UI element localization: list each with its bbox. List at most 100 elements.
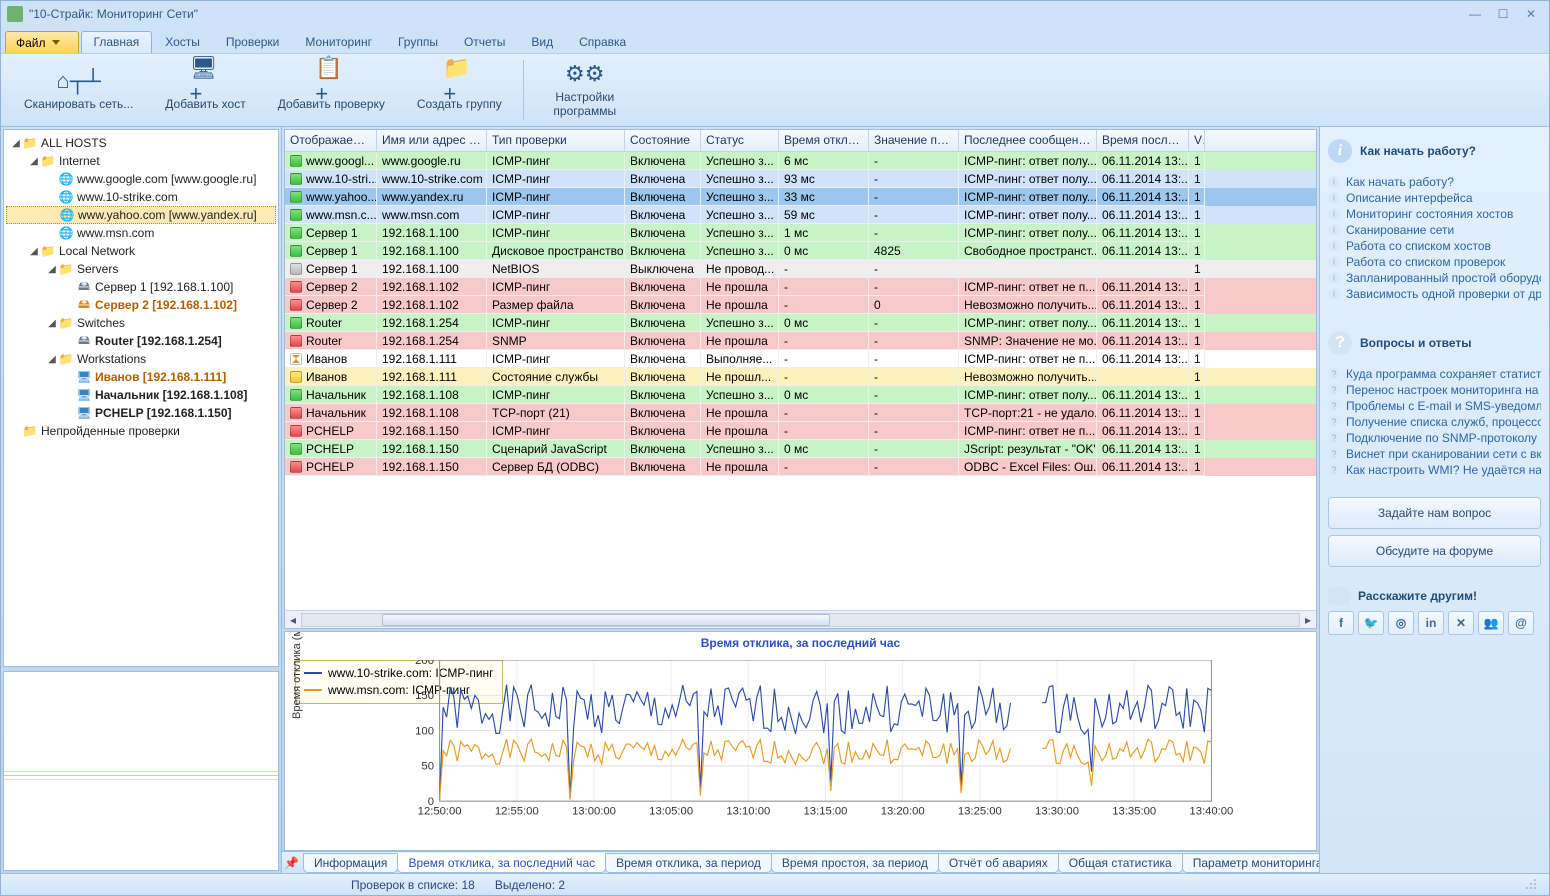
table-row[interactable]: Router192.168.1.254ICMP-пингВключенаУспе… bbox=[285, 314, 1316, 332]
social-in[interactable]: in bbox=[1418, 611, 1444, 635]
help-link[interactable]: ?Проблемы с E-mail и SMS-уведомлен... bbox=[1328, 399, 1541, 413]
column-header-ts[interactable]: Время послед... bbox=[1097, 130, 1189, 151]
tree-item[interactable]: ◢📁Servers bbox=[6, 260, 276, 278]
table-row[interactable]: Начальник192.168.1.108TCP-порт (21)Включ… bbox=[285, 404, 1316, 422]
table-row[interactable]: Router192.168.1.254SNMPВключенаНе прошла… bbox=[285, 332, 1316, 350]
table-row[interactable]: www.10-stri...www.10-strike.comICMP-пинг… bbox=[285, 170, 1316, 188]
table-row[interactable]: www.googl...www.google.ruICMP-пингВключе… bbox=[285, 152, 1316, 170]
bottom-tab[interactable]: Время простоя, за период bbox=[771, 853, 939, 873]
table-row[interactable]: Иванов192.168.1.111Состояние службыВключ… bbox=[285, 368, 1316, 386]
tree-item[interactable]: 🖴Сервер 2 [192.168.1.102] bbox=[6, 296, 276, 314]
tree-item[interactable]: 🖴Router [192.168.1.254] bbox=[6, 332, 276, 350]
titlebar[interactable]: "10-Страйк: Мониторинг Сети" — ☐ ✕ bbox=[1, 1, 1549, 27]
expand-icon[interactable]: ◢ bbox=[46, 318, 58, 329]
social-◎[interactable]: ◎ bbox=[1388, 611, 1414, 635]
tree-item[interactable]: 🌐www.10-strike.com bbox=[6, 188, 276, 206]
bottom-tab[interactable]: Отчёт об авариях bbox=[938, 853, 1059, 873]
bottom-tab[interactable]: Общая статистика bbox=[1058, 853, 1183, 873]
tree-item[interactable]: 🖴Сервер 1 [192.168.1.100] bbox=[6, 278, 276, 296]
column-header-addr[interactable]: Имя или адрес хо... bbox=[377, 130, 487, 151]
social-✕[interactable]: ✕ bbox=[1448, 611, 1474, 635]
tree-item[interactable]: ◢📁Switches bbox=[6, 314, 276, 332]
bottom-tab[interactable]: Параметр мониторинга bbox=[1182, 853, 1319, 873]
table-row[interactable]: Сервер 2192.168.1.102Размер файлаВключен… bbox=[285, 296, 1316, 314]
column-header-status[interactable]: Статус bbox=[701, 130, 779, 151]
expand-icon[interactable]: ◢ bbox=[28, 246, 40, 257]
tree-item[interactable]: ◢📁Workstations bbox=[6, 350, 276, 368]
table-row[interactable]: Сервер 1192.168.1.100ICMP-пингВключенаУс… bbox=[285, 224, 1316, 242]
scroll-right-icon[interactable]: ▸ bbox=[1300, 613, 1316, 627]
maximize-button[interactable]: ☐ bbox=[1491, 5, 1515, 23]
minimize-button[interactable]: — bbox=[1463, 5, 1487, 23]
horizontal-scrollbar[interactable]: ◂ ▸ bbox=[285, 610, 1316, 628]
table-row[interactable]: Иванов192.168.1.111ICMP-пингВключенаВыпо… bbox=[285, 350, 1316, 368]
tab-Проверки[interactable]: Проверки bbox=[213, 31, 293, 53]
help-link[interactable]: iКак начать работу? bbox=[1328, 175, 1541, 189]
table-row[interactable]: Сервер 2192.168.1.102ICMP-пингВключенаНе… bbox=[285, 278, 1316, 296]
pin-icon[interactable]: 📌 bbox=[284, 856, 299, 870]
add-host-button[interactable]: 🖥︎+Добавить хост bbox=[158, 60, 252, 120]
table-row[interactable]: PCHELP192.168.1.150ICMP-пингВключенаНе п… bbox=[285, 422, 1316, 440]
table-row[interactable]: PCHELP192.168.1.150Сервер БД (ODBC)Включ… bbox=[285, 458, 1316, 476]
expand-icon[interactable]: ◢ bbox=[46, 264, 58, 275]
tree-item[interactable]: 🌐www.msn.com bbox=[6, 224, 276, 242]
scrollbar-thumb[interactable] bbox=[382, 614, 831, 626]
tree-item[interactable]: ◢📁Local Network bbox=[6, 242, 276, 260]
ask-question-button[interactable]: Задайте нам вопрос bbox=[1328, 497, 1541, 529]
table-row[interactable]: Сервер 1192.168.1.100Дисковое пространст… bbox=[285, 242, 1316, 260]
table-row[interactable]: www.msn.c...www.msn.comICMP-пингВключена… bbox=[285, 206, 1316, 224]
settings-button[interactable]: ⚙⚙Настройки программы bbox=[538, 60, 632, 120]
bottom-tab[interactable]: Время отклика, за последний час bbox=[397, 853, 606, 873]
column-header-v[interactable]: V bbox=[1189, 130, 1205, 151]
scan-network-button[interactable]: ⌂┬┴Сканировать сеть... bbox=[17, 60, 140, 120]
column-header-enabled[interactable]: Состояние bbox=[625, 130, 701, 151]
tab-Справка[interactable]: Справка bbox=[566, 31, 639, 53]
tab-Хосты[interactable]: Хосты bbox=[152, 31, 213, 53]
table-row[interactable]: PCHELP192.168.1.150Сценарий JavaScriptВк… bbox=[285, 440, 1316, 458]
expand-icon[interactable]: ◢ bbox=[28, 156, 40, 167]
help-link[interactable]: iМониторинг состояния хостов bbox=[1328, 207, 1541, 221]
column-header-type[interactable]: Тип проверки bbox=[487, 130, 625, 151]
tab-Отчеты[interactable]: Отчеты bbox=[451, 31, 518, 53]
help-link[interactable]: ?Получение списка служб, процессов... bbox=[1328, 415, 1541, 429]
social-🐦[interactable]: 🐦 bbox=[1358, 611, 1384, 635]
help-link[interactable]: iРабота со списком проверок bbox=[1328, 255, 1541, 269]
table-row[interactable]: Начальник192.168.1.108ICMP-пингВключенаУ… bbox=[285, 386, 1316, 404]
help-link[interactable]: iСканирование сети bbox=[1328, 223, 1541, 237]
create-group-button[interactable]: 📁+Создать группу bbox=[410, 60, 509, 120]
tree-item[interactable]: ◢📁ALL HOSTS bbox=[6, 134, 276, 152]
social-f[interactable]: f bbox=[1328, 611, 1354, 635]
social-👥[interactable]: 👥 bbox=[1478, 611, 1504, 635]
checks-grid[interactable]: Отображаемо...Имя или адрес хо...Тип про… bbox=[284, 129, 1317, 629]
column-header-disp[interactable]: Отображаемо... bbox=[285, 130, 377, 151]
expand-icon[interactable]: ◢ bbox=[10, 138, 22, 149]
bottom-tab[interactable]: Информация bbox=[303, 853, 398, 873]
help-link[interactable]: iРабота со списком хостов bbox=[1328, 239, 1541, 253]
help-link[interactable]: iЗависимость одной проверки от дру... bbox=[1328, 287, 1541, 301]
help-link[interactable]: iОписание интерфейса bbox=[1328, 191, 1541, 205]
help-link[interactable]: ?Подключение по SNMP-протоколу bbox=[1328, 431, 1541, 445]
forum-button[interactable]: Обсудите на форуме bbox=[1328, 535, 1541, 567]
add-check-button[interactable]: 📋+Добавить проверку bbox=[271, 60, 392, 120]
column-header-val[interactable]: Значение пар... bbox=[869, 130, 959, 151]
help-link[interactable]: iЗапланированный простой оборудов... bbox=[1328, 271, 1541, 285]
tab-Главная[interactable]: Главная bbox=[81, 31, 153, 53]
tab-Мониторинг[interactable]: Мониторинг bbox=[292, 31, 385, 53]
social-@[interactable]: @ bbox=[1508, 611, 1534, 635]
tree-item[interactable]: 🌐www.yahoo.com [www.yandex.ru] bbox=[6, 206, 276, 224]
expand-icon[interactable]: ◢ bbox=[46, 354, 58, 365]
help-link[interactable]: ?Куда программа сохраняет статисти... bbox=[1328, 367, 1541, 381]
column-header-rt[interactable]: Время отклика bbox=[779, 130, 869, 151]
file-menu-button[interactable]: Файл bbox=[5, 31, 79, 53]
tree-item[interactable]: 🌐www.google.com [www.google.ru] bbox=[6, 170, 276, 188]
table-row[interactable]: Сервер 1192.168.1.100NetBIOSВыключенаНе … bbox=[285, 260, 1316, 278]
table-row[interactable]: www.yahoo...www.yandex.ruICMP-пингВключе… bbox=[285, 188, 1316, 206]
tree-item[interactable]: ◢📁Internet bbox=[6, 152, 276, 170]
tab-Вид[interactable]: Вид bbox=[518, 31, 566, 53]
tree-item[interactable]: 🖥︎Начальник [192.168.1.108] bbox=[6, 386, 276, 404]
bottom-tab[interactable]: Время отклика, за период bbox=[605, 853, 772, 873]
help-link[interactable]: ?Виснет при сканировании сети с вк... bbox=[1328, 447, 1541, 461]
tree-item[interactable]: 📁Непройденные проверки bbox=[6, 422, 276, 440]
host-tree[interactable]: ◢📁ALL HOSTS◢📁Internet🌐www.google.com [ww… bbox=[3, 129, 279, 667]
tab-Группы[interactable]: Группы bbox=[385, 31, 451, 53]
